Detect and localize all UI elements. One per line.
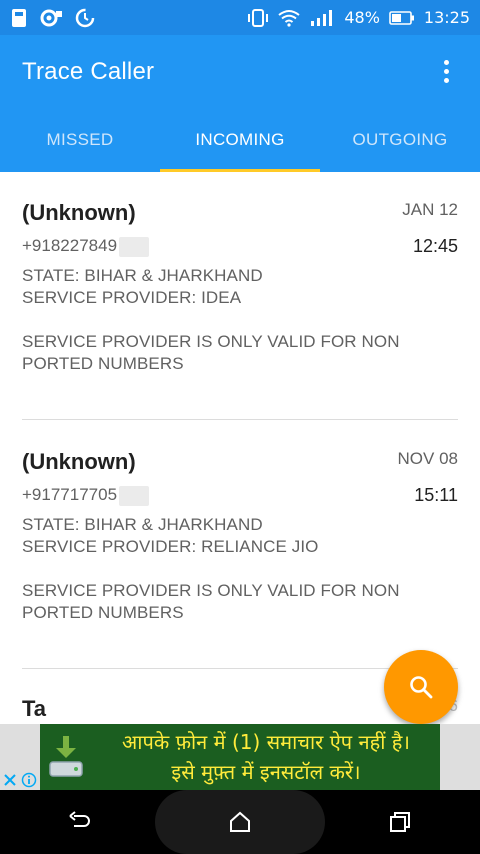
home-button[interactable] [210, 797, 270, 847]
service-provider: SERVICE PROVIDER: IDEA [22, 288, 242, 307]
call-list[interactable]: (Unknown) JAN 12 +918227849 12:45 STATE:… [0, 172, 480, 724]
caller-state: STATE: BIHAR & JHARKHAND [22, 266, 263, 285]
notification-icon [40, 9, 62, 26]
battery-icon [389, 10, 414, 25]
wifi-icon [278, 9, 300, 27]
close-icon[interactable] [2, 772, 18, 788]
ad-text-line2: इसे मुफ़्त में इनसटॉल करें। [171, 760, 361, 784]
call-date: NOV 08 [397, 449, 458, 468]
overflow-menu-icon[interactable] [434, 52, 458, 92]
recents-icon [390, 812, 410, 832]
home-icon [230, 811, 250, 832]
battery-percent: 48% [344, 8, 380, 27]
caller-number-text: +918227849 [22, 236, 118, 255]
ad-text-line1: आपके फ़ोन में (1) समाचार ऐप नहीं है। [122, 730, 410, 754]
service-provider: SERVICE PROVIDER: RELIANCE JIO [22, 537, 319, 556]
clock: 13:25 [423, 8, 470, 27]
call-time: 15:11 [414, 485, 458, 505]
caller-number: +917717705 [22, 485, 150, 506]
status-bar: 48% 13:25 [0, 0, 480, 35]
vibrate-icon [248, 8, 269, 27]
caller-state: STATE: BIHAR & JHARKHAND [22, 515, 263, 534]
tab-missed[interactable]: MISSED [0, 108, 160, 172]
signal-icon [311, 9, 333, 26]
info-icon[interactable] [21, 772, 37, 788]
caller-number-text: +917717705 [22, 485, 118, 504]
search-button[interactable] [384, 650, 458, 724]
app-bar: Trace Caller [0, 35, 480, 108]
provider-note-2: PORTED NUMBERS [22, 354, 184, 373]
system-nav-bar [0, 790, 480, 854]
provider-note: SERVICE PROVIDER IS ONLY VALID FOR NON [22, 332, 400, 351]
call-card[interactable]: (Unknown) JAN 12 +918227849 12:45 STATE:… [22, 200, 458, 390]
provider-note: SERVICE PROVIDER IS ONLY VALID FOR NON [22, 581, 400, 600]
ad-controls [2, 770, 40, 790]
call-card[interactable]: (Unknown) NOV 08 +917717705 15:11 STATE:… [22, 449, 458, 639]
recents-button[interactable] [370, 797, 430, 847]
redacted-digits [119, 485, 150, 506]
caller-name: Ta [22, 696, 47, 721]
app-title: Trace Caller [22, 57, 155, 85]
divider [22, 419, 458, 420]
tab-outgoing[interactable]: OUTGOING [320, 108, 480, 172]
ad-banner[interactable]: आपके फ़ोन में (1) समाचार ऐप नहीं है। इसे… [40, 724, 440, 790]
ad-area: आपके फ़ोन में (1) समाचार ऐप नहीं है। इसे… [0, 724, 480, 790]
caller-number: +918227849 [22, 236, 150, 257]
search-icon [410, 676, 433, 699]
provider-note-2: PORTED NUMBERS [22, 603, 184, 622]
back-button[interactable] [50, 797, 110, 847]
redacted-digits [119, 236, 150, 257]
tab-incoming[interactable]: INCOMING [160, 108, 320, 172]
download-drive-icon [40, 724, 92, 790]
back-icon [69, 811, 90, 827]
call-time: 12:45 [412, 236, 458, 256]
caller-name: (Unknown) [22, 449, 136, 474]
call-date: JAN 12 [402, 200, 458, 219]
sync-icon [75, 8, 95, 27]
caller-name: (Unknown) [22, 200, 136, 225]
image-icon [12, 8, 26, 27]
tab-bar: MISSED INCOMING OUTGOING [0, 108, 480, 172]
